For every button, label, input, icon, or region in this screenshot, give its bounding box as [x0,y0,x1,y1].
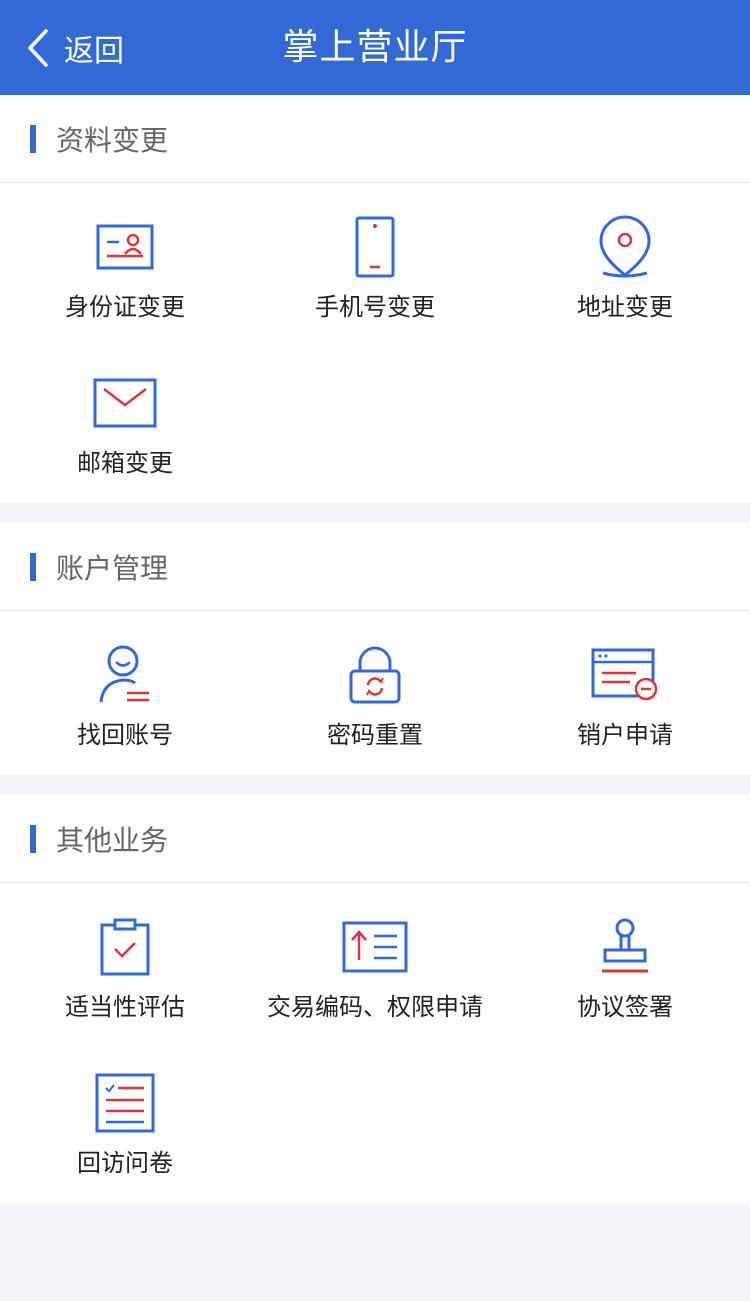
padlock-refresh-icon [349,646,401,704]
menu-item-label: 回访问卷 [77,1149,173,1177]
menu-item-email-change[interactable]: 邮箱变更 [0,369,250,525]
section-title: 资料变更 [56,123,169,157]
menu-item-label: 手机号变更 [315,293,435,321]
top-navbar: 返回 掌上营业厅 [0,0,750,95]
back-button[interactable]: 返回 [26,26,124,70]
menu-item-label: 地址变更 [577,293,673,321]
envelope-icon [93,378,157,428]
menu-item-label: 协议签署 [577,993,673,1021]
section-account-management: 账户管理 找回账号 密码重置 销户申请 [0,523,750,775]
section-title: 账户管理 [56,551,169,585]
section-marker [30,124,36,153]
upload-list-icon [342,921,408,973]
menu-grid: 找回账号 密码重置 销户申请 [0,611,750,775]
menu-item-recover-account[interactable]: 找回账号 [0,641,250,797]
menu-item-label: 身份证变更 [65,293,185,321]
stamp-icon [602,918,648,973]
menu-item-label: 邮箱变更 [77,449,173,477]
section-header: 其他业务 [0,795,750,883]
menu-item-id-card-change[interactable]: 身份证变更 [0,213,250,369]
menu-item-label: 密码重置 [327,721,423,749]
menu-item-return-visit-questionnaire[interactable]: 回访问卷 [0,1069,250,1225]
section-header: 资料变更 [0,95,750,183]
menu-item-password-reset[interactable]: 密码重置 [250,641,500,797]
back-label: 返回 [64,34,124,69]
menu-item-agreement-signing[interactable]: 协议签署 [500,913,750,1069]
location-pin-icon [599,215,651,278]
section-other-services: 其他业务 适当性评估 交易编码、权限申请 协议签署 回访问卷 [0,795,750,1203]
menu-item-phone-change[interactable]: 手机号变更 [250,213,500,369]
questionnaire-icon [95,1073,155,1133]
menu-item-label: 销户申请 [577,721,673,749]
section-marker [30,552,36,581]
section-header: 账户管理 [0,523,750,611]
menu-item-close-account[interactable]: 销户申请 [500,641,750,797]
menu-item-label: 交易编码、权限申请 [267,993,483,1021]
section-profile-change: 资料变更 身份证变更 手机号变更 地址变更 邮箱变更 [0,95,750,503]
menu-item-address-change[interactable]: 地址变更 [500,213,750,369]
chevron-left-icon [28,29,48,67]
section-marker [30,824,36,853]
menu-item-trading-code-permission[interactable]: 交易编码、权限申请 [250,913,500,1069]
browser-minus-icon [591,648,658,701]
menu-item-label: 适当性评估 [65,993,185,1021]
menu-item-suitability-assessment[interactable]: 适当性评估 [0,913,250,1069]
clipboard-check-icon [100,918,150,976]
menu-item-label: 找回账号 [77,721,173,749]
mobile-phone-icon [355,216,395,278]
menu-grid: 身份证变更 手机号变更 地址变更 邮箱变更 [0,183,750,503]
user-icon [99,645,149,703]
menu-grid: 适当性评估 交易编码、权限申请 协议签署 回访问卷 [0,883,750,1203]
section-title: 其他业务 [56,823,169,857]
id-card-icon [96,224,154,270]
